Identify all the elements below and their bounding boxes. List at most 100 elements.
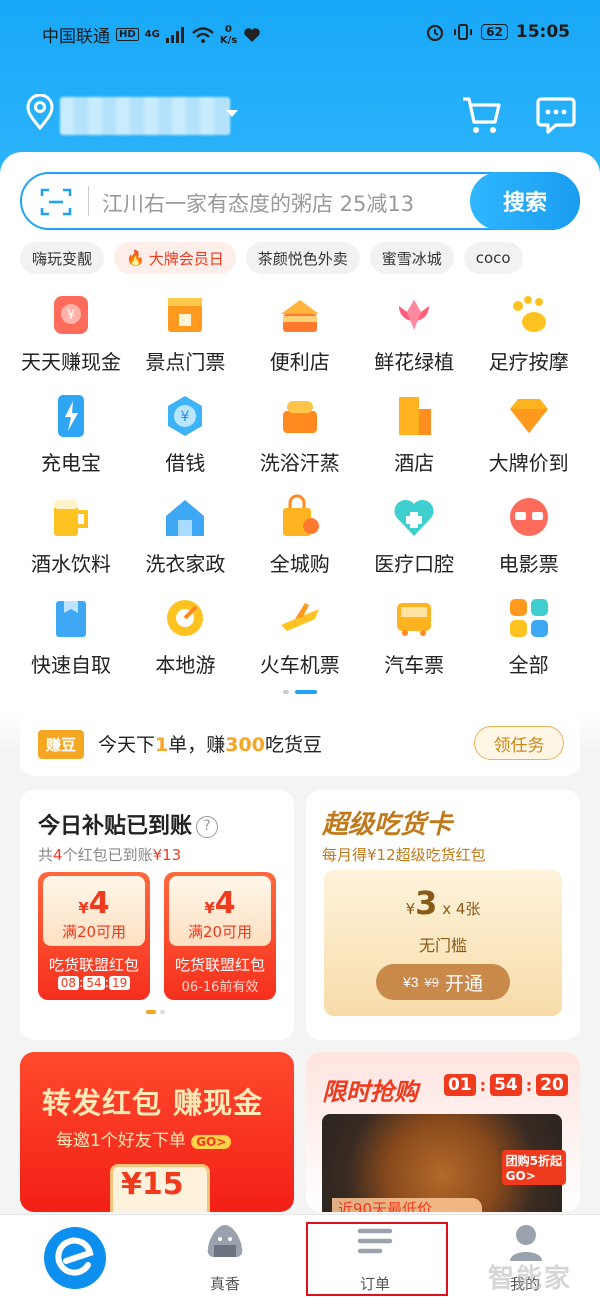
share-redpacket-card[interactable]: 转发红包 赚现金 每邀1个好友下单 GO> ¥15	[20, 1052, 294, 1212]
category-item[interactable]: 酒水饮料	[14, 494, 128, 577]
category-item[interactable]: 洗衣家政	[128, 494, 242, 577]
category-item[interactable]: 大牌价到	[472, 393, 586, 476]
highlight-box	[306, 1222, 448, 1296]
share-title: 转发红包 赚现金	[42, 1086, 264, 1120]
tag-0[interactable]: 嗨玩变靓	[20, 242, 105, 274]
category-item[interactable]: 足疗按摩	[472, 292, 586, 375]
open-card-button[interactable]: ¥3 ¥9 开通	[376, 964, 510, 1000]
powerbank-icon	[48, 393, 94, 439]
hd-icon: HD	[116, 28, 139, 41]
super-card-subtitle: 每月得¥12超级吃货红包	[322, 846, 486, 864]
category-item[interactable]: ¥ 天天赚现金	[14, 292, 128, 375]
diamond-icon	[506, 393, 552, 439]
lowest-price-banner: 近90天最低价	[332, 1198, 482, 1212]
tab-home[interactable]	[0, 1215, 150, 1300]
status-bar: 中国联通 HD 4G 0 K/s 62 15:05	[0, 14, 600, 54]
foot-icon	[506, 292, 552, 338]
search-button[interactable]: 搜索	[470, 172, 580, 230]
flash-title: 限时抢购	[322, 1078, 418, 1106]
category-label: 本地游	[155, 653, 216, 677]
category-item[interactable]: 汽车票	[357, 595, 471, 678]
tag-1[interactable]: 🔥 大牌会员日	[114, 242, 236, 274]
svg-text:¥: ¥	[181, 409, 190, 425]
category-item[interactable]: 全城购	[243, 494, 357, 577]
alarm-icon	[427, 24, 444, 42]
category-item[interactable]: 本地游	[128, 595, 242, 678]
medical-icon	[391, 494, 437, 540]
share-subtitle: 每邀1个好友下单 GO>	[56, 1126, 232, 1151]
app-header	[0, 92, 600, 142]
category-item[interactable]: 快速自取	[14, 595, 128, 678]
category-item[interactable]: 酒店	[357, 393, 471, 476]
help-icon[interactable]: ?	[196, 816, 219, 838]
flower-icon	[391, 292, 437, 338]
claim-task-button[interactable]: 领任务	[474, 726, 564, 760]
scan-icon[interactable]	[40, 187, 72, 217]
category-item[interactable]: 火车机票	[243, 595, 357, 678]
battery-icon: 62	[481, 24, 508, 40]
wifi-icon	[192, 26, 214, 43]
category-item[interactable]: 便利店	[243, 292, 357, 375]
shopping-icon	[277, 494, 323, 540]
category-label: 快速自取	[31, 653, 111, 677]
vibrate-icon	[454, 24, 473, 40]
go-button[interactable]: GO>	[191, 1135, 232, 1149]
earn-beans-badge: 赚豆	[38, 730, 85, 759]
tag-3[interactable]: 蜜雪冰城	[369, 242, 454, 274]
super-card-coupon: ¥3 x 4张 无门槛 ¥3 ¥9 开通	[324, 870, 562, 1016]
category-label: 洗衣家政	[145, 552, 226, 576]
category-item[interactable]: 全部	[472, 595, 586, 678]
heart-rate-icon	[244, 27, 261, 42]
category-item[interactable]: 电影票	[472, 494, 586, 577]
category-label: 洗浴汗蒸	[259, 451, 340, 475]
category-label: 大牌价到	[488, 451, 569, 475]
share-envelope: ¥15	[110, 1164, 210, 1212]
flash-sale-card[interactable]: 限时抢购 01:54:20 团购5折起 GO> 近90天最低价	[306, 1052, 580, 1212]
tag-4[interactable]: coco	[463, 242, 523, 274]
beer-icon	[48, 494, 94, 540]
store-icon	[277, 292, 323, 338]
category-item[interactable]: 鲜花绿植	[357, 292, 471, 375]
subsidy-subtitle: 共4个红包已到账¥13	[38, 846, 182, 864]
category-label: 天天赚现金	[21, 350, 121, 374]
category-label: 酒店	[394, 451, 435, 475]
category-item[interactable]: 充电宝	[14, 393, 128, 476]
message-icon[interactable]	[536, 94, 576, 136]
signal-icon	[165, 26, 184, 43]
task-banner: 赚豆 今天下1单，赚300吃货豆 领任务	[20, 710, 580, 776]
location-name-blurred[interactable]	[60, 97, 230, 135]
grid-page-indicator	[283, 690, 317, 694]
group-buy-badge[interactable]: 团购5折起 GO>	[501, 1150, 566, 1185]
category-item[interactable]: ¥ 借钱	[128, 393, 242, 476]
carrier-label: 中国联通	[42, 27, 110, 47]
pickup-icon	[48, 595, 94, 641]
subsidy-page-indicator	[146, 1010, 165, 1014]
location-pin-icon[interactable]	[26, 94, 54, 130]
ticket-icon	[162, 292, 208, 338]
subsidy-card[interactable]: 今日补贴已到账? 共4个红包已到账¥13 ¥4 满20可用 吃货联盟红包 08:5…	[20, 790, 294, 1040]
flash-countdown: 01:54:20	[444, 1074, 568, 1096]
category-label: 便利店	[269, 350, 330, 374]
category-item[interactable]: 医疗口腔	[357, 494, 471, 577]
tag-2[interactable]: 茶颜悦色外卖	[245, 242, 360, 274]
search-bar[interactable]: 江川右一家有态度的粥店 25减13 搜索	[20, 172, 580, 230]
food-image: 团购5折起 GO> 近90天最低价	[322, 1114, 566, 1212]
category-item[interactable]: 洗浴汗蒸	[243, 393, 357, 476]
super-card[interactable]: 超级吃货卡 每月得¥12超级吃货红包 ¥3 x 4张 无门槛 ¥3 ¥9 开通	[306, 790, 580, 1040]
cart-icon[interactable]	[460, 94, 502, 136]
category-item[interactable]: 景点门票	[128, 292, 242, 375]
category-label: 酒水饮料	[31, 552, 111, 576]
search-divider	[88, 186, 89, 216]
category-label: 景点门票	[145, 350, 226, 374]
bath-icon	[277, 393, 323, 439]
tab-zhenxiang[interactable]: 真香	[150, 1215, 300, 1300]
clock: 15:05	[515, 22, 570, 42]
location-dropdown-icon[interactable]	[226, 110, 238, 117]
category-label: 汽车票	[384, 653, 445, 677]
search-input[interactable]: 江川右一家有态度的粥店 25减13	[102, 188, 414, 218]
red-packet[interactable]: ¥4 满20可用 吃货联盟红包 08:54:19	[38, 872, 150, 1000]
red-packet[interactable]: ¥4 满20可用 吃货联盟红包 06-16前有效	[164, 872, 276, 1000]
category-label: 电影票	[498, 552, 559, 576]
category-label: 鲜花绿植	[374, 350, 455, 374]
network-label: 4G	[144, 29, 160, 40]
